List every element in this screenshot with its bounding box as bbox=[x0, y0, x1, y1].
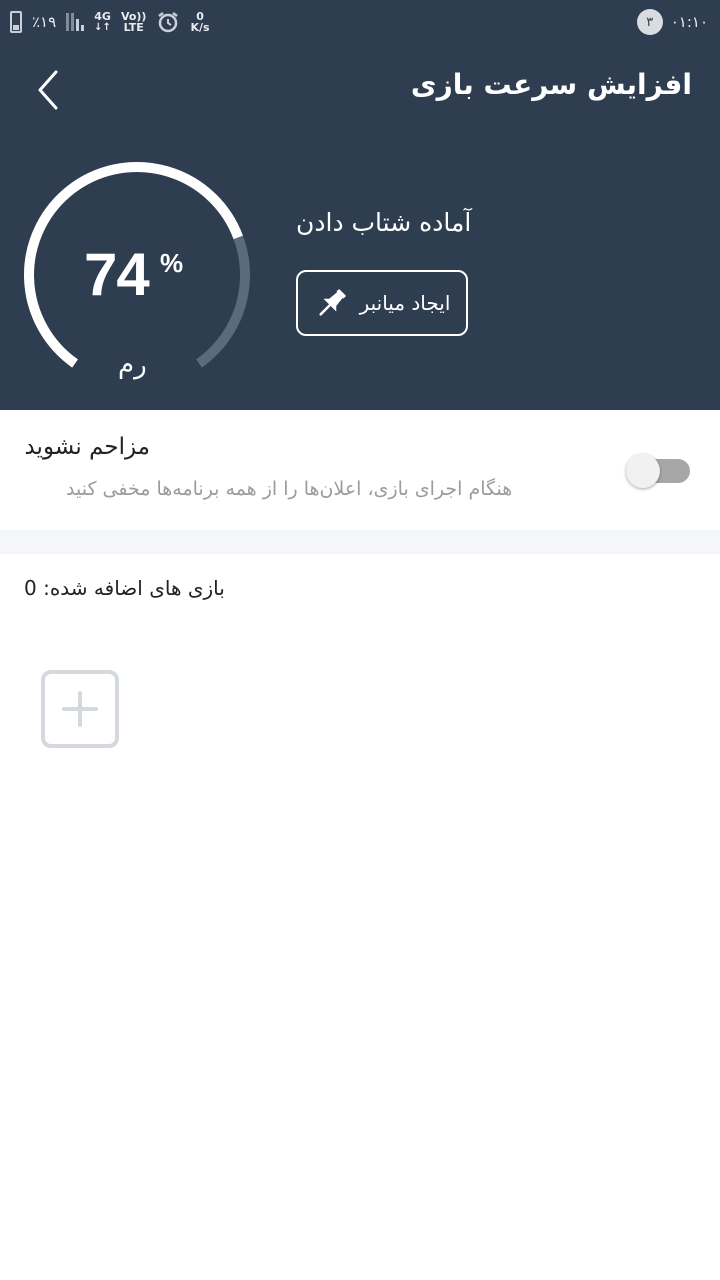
added-games-count: بازی های اضافه شده: 0 bbox=[24, 576, 225, 600]
notification-badge: ۳ bbox=[636, 9, 663, 35]
chevron-left-icon bbox=[38, 70, 58, 110]
network-speed: 0 K/s bbox=[190, 10, 210, 34]
boost-status: آماده شتاب دادن bbox=[296, 208, 472, 237]
ram-percent-value: 74 bbox=[84, 241, 150, 308]
ram-percent-sign: % bbox=[160, 248, 184, 278]
battery-icon bbox=[10, 11, 22, 33]
pin-icon bbox=[318, 289, 346, 316]
do-not-disturb-row[interactable]: مزاحم نشوید هنگام اجرای بازی، اعلان‌ها ر… bbox=[0, 410, 720, 530]
clock: ۰۱:۱۰ bbox=[670, 13, 708, 31]
toggle-knob bbox=[626, 454, 660, 488]
back-button[interactable] bbox=[26, 66, 70, 114]
status-bar: ٪۱۹ 4G ↓↑ Vo)) LTE 0 K/s ۳ ۰۱:۱۰ bbox=[0, 0, 720, 44]
do-not-disturb-title: مزاحم نشوید bbox=[24, 434, 150, 460]
alarm-icon bbox=[158, 12, 179, 33]
section-divider bbox=[0, 530, 720, 554]
add-game-button[interactable] bbox=[41, 670, 119, 748]
volte-indicator: Vo)) LTE bbox=[120, 10, 147, 34]
page-title: افزایش سرعت بازی bbox=[410, 68, 692, 101]
ram-label: رم bbox=[118, 350, 147, 380]
header: ٪۱۹ 4G ↓↑ Vo)) LTE 0 K/s ۳ ۰۱:۱۰ افزایش … bbox=[0, 0, 720, 410]
signal-icon bbox=[66, 13, 85, 31]
network-type: 4G ↓↑ bbox=[94, 10, 111, 33]
battery-percent: ٪۱۹ bbox=[32, 13, 57, 31]
do-not-disturb-toggle[interactable] bbox=[626, 454, 690, 488]
plus-icon bbox=[62, 691, 98, 727]
create-shortcut-label: ایجاد میانبر bbox=[359, 291, 451, 315]
create-shortcut-button[interactable]: ایجاد میانبر bbox=[296, 270, 468, 336]
do-not-disturb-description: هنگام اجرای بازی، اعلان‌ها را از همه برن… bbox=[66, 478, 513, 500]
